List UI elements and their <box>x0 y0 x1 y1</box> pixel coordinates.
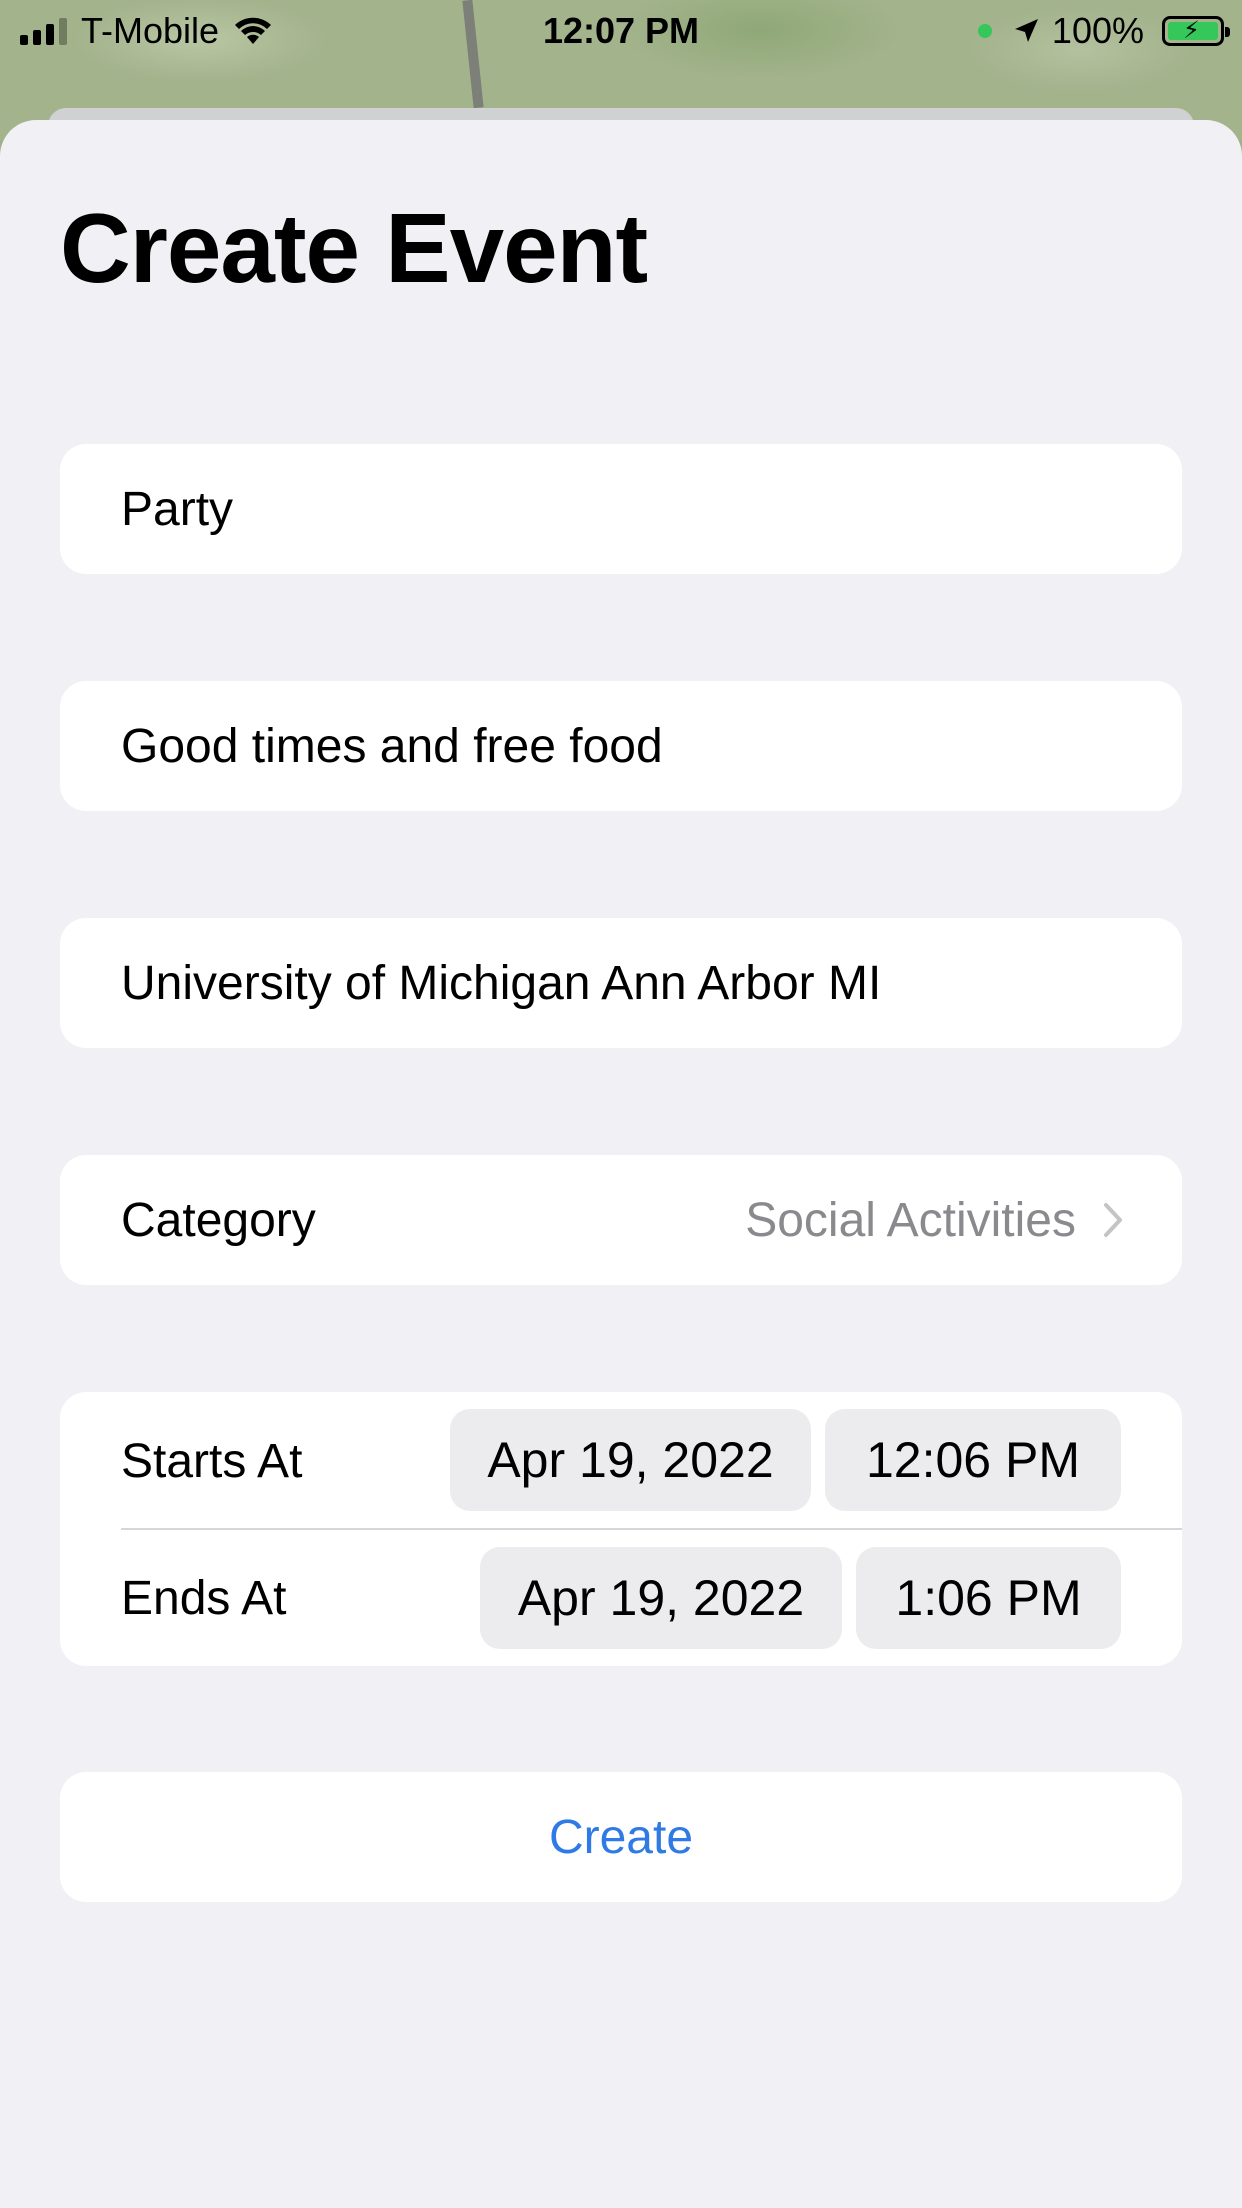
starts-at-label: Starts At <box>121 1434 303 1488</box>
event-description-value[interactable]: Good times and free food <box>60 681 1182 811</box>
event-location-value[interactable]: University of Michigan Ann Arbor MI <box>60 918 1182 1048</box>
end-date-picker[interactable]: Apr 19, 2022 <box>480 1547 842 1649</box>
start-time-picker[interactable]: 12:06 PM <box>825 1409 1121 1511</box>
event-name-field[interactable]: Party <box>60 444 1182 574</box>
page-title: Create Event <box>60 193 648 303</box>
start-date-picker[interactable]: Apr 19, 2022 <box>450 1409 811 1511</box>
date-time-card: Starts At Apr 19, 2022 12:06 PM Ends At … <box>60 1392 1182 1666</box>
chevron-right-icon <box>1104 1203 1122 1237</box>
location-arrow-icon <box>1014 19 1038 42</box>
category-label: Category <box>121 1193 316 1247</box>
status-bar: T-Mobile 12:07 PM 100% ⚡ <box>0 0 1242 62</box>
category-value: Social Activities <box>745 1193 1076 1247</box>
event-name-value[interactable]: Party <box>60 444 1182 574</box>
event-location-field[interactable]: University of Michigan Ann Arbor MI <box>60 918 1182 1048</box>
battery-charging-icon: ⚡ <box>1162 16 1230 46</box>
create-button[interactable]: Create <box>60 1772 1182 1902</box>
privacy-indicator-icon <box>977 24 992 38</box>
category-value-group[interactable]: Social Activities <box>745 1155 1124 1285</box>
category-row[interactable]: Category Social Activities <box>60 1155 1182 1285</box>
end-time-picker[interactable]: 1:06 PM <box>856 1547 1121 1649</box>
event-description-field[interactable]: Good times and free food <box>60 681 1182 811</box>
status-right: 100% ⚡ <box>977 10 1230 52</box>
ends-at-label: Ends At <box>121 1571 287 1625</box>
create-button-label: Create <box>548 1810 694 1864</box>
battery-percentage: 100% <box>1051 10 1144 51</box>
